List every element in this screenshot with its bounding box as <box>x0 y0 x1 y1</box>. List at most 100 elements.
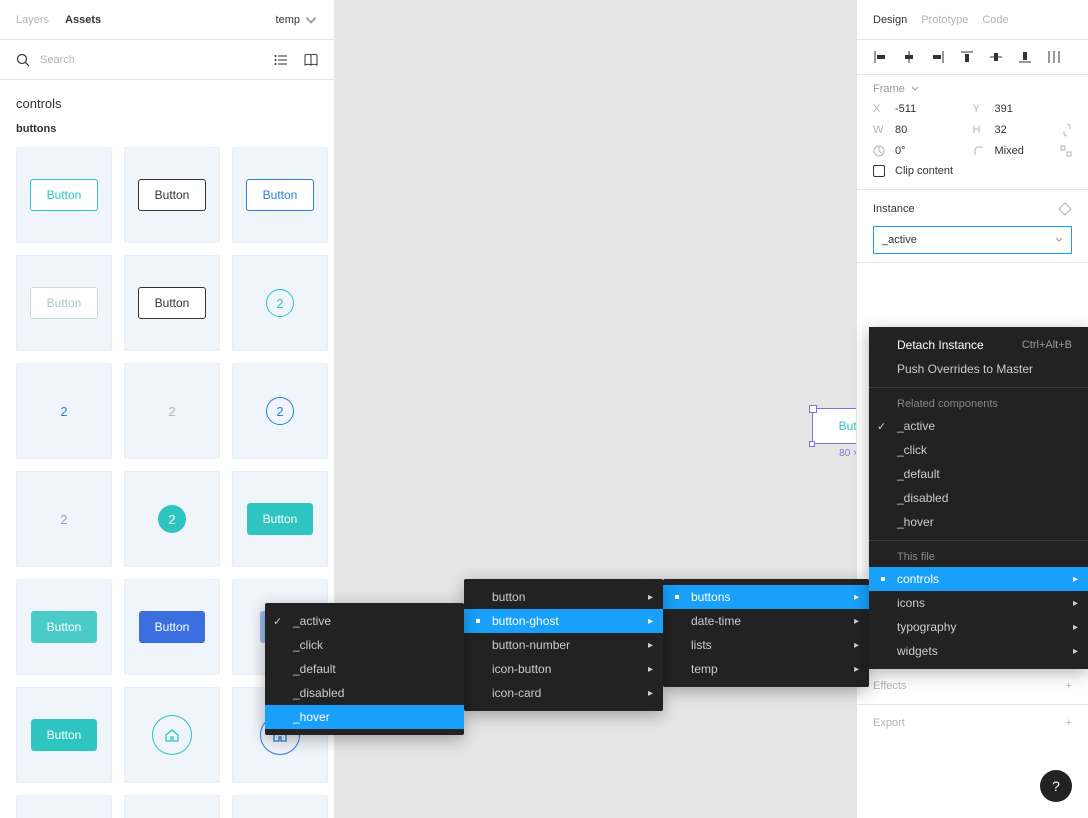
export-section[interactable]: Export + <box>857 705 1088 741</box>
asset-thumb[interactable] <box>124 795 220 818</box>
instance-swap-menu[interactable]: Detach Instance Ctrl+Alt+B Push Override… <box>869 327 1088 669</box>
menu-item-disabled[interactable]: _disabled <box>869 486 1088 510</box>
list-view-icon[interactable] <box>274 53 288 67</box>
asset-thumb[interactable]: 2 <box>232 363 328 459</box>
menu-item-button[interactable]: button <box>464 585 663 609</box>
constrain-proportions-icon[interactable] <box>1062 123 1072 137</box>
menu-item-push-overrides[interactable]: Push Overrides to Master <box>869 357 1088 381</box>
frame-type-label: Frame <box>873 83 905 95</box>
file-selector[interactable]: temp <box>276 13 318 27</box>
tab-design[interactable]: Design <box>873 14 907 26</box>
menu-item-lists[interactable]: lists <box>663 633 869 657</box>
menu-item-disabled[interactable]: _disabled <box>265 681 464 705</box>
button-preview: 2 <box>158 505 186 533</box>
menu-item-icon-button[interactable]: icon-button <box>464 657 663 681</box>
button-preview: Button <box>31 611 98 643</box>
value-radius[interactable]: Mixed <box>995 145 1024 157</box>
submenu-controls[interactable]: buttons date-time lists temp <box>663 579 869 687</box>
tab-code[interactable]: Code <box>982 14 1008 26</box>
asset-thumb[interactable]: Button <box>124 255 220 351</box>
asset-thumb[interactable]: Button <box>16 687 112 783</box>
distribute-icon[interactable] <box>1047 50 1061 64</box>
align-right-icon[interactable] <box>931 50 945 64</box>
align-top-icon[interactable] <box>960 50 974 64</box>
asset-thumb[interactable]: Button <box>232 147 328 243</box>
asset-thumb[interactable]: Button <box>16 579 112 675</box>
button-preview: Button <box>30 287 99 319</box>
asset-thumb[interactable]: 2 <box>124 471 220 567</box>
tab-assets[interactable]: Assets <box>65 14 101 26</box>
menu-item-icons[interactable]: icons <box>869 591 1088 615</box>
asset-thumb[interactable]: 2 <box>232 255 328 351</box>
menu-item-label: _active <box>293 614 331 628</box>
asset-thumb[interactable]: 2 <box>16 471 112 567</box>
submenu-button-ghost[interactable]: ✓_active _click _default _disabled _hove… <box>265 603 464 735</box>
go-to-master-icon[interactable] <box>1058 202 1072 216</box>
asset-thumb[interactable]: Button <box>232 471 328 567</box>
value-y[interactable]: 391 <box>995 103 1013 115</box>
asset-thumb[interactable]: 2 <box>16 363 112 459</box>
frame-type-selector[interactable]: Frame <box>873 83 1072 95</box>
menu-item-click[interactable]: _click <box>869 438 1088 462</box>
button-preview: 2 <box>266 397 294 425</box>
asset-thumb[interactable] <box>232 795 328 818</box>
align-vcenter-icon[interactable] <box>989 50 1003 64</box>
align-hcenter-icon[interactable] <box>902 50 916 64</box>
independent-corners-icon[interactable] <box>1060 145 1072 157</box>
menu-item-temp[interactable]: temp <box>663 657 869 681</box>
value-w[interactable]: 80 <box>895 124 907 136</box>
menu-item-label: temp <box>691 662 718 676</box>
effects-section[interactable]: Effects + <box>857 668 1088 705</box>
asset-thumb[interactable]: 2 <box>124 363 220 459</box>
tab-layers[interactable]: Layers <box>16 14 49 26</box>
button-preview: 2 <box>60 512 67 527</box>
value-h[interactable]: 32 <box>995 124 1007 136</box>
asset-thumb[interactable] <box>124 687 220 783</box>
value-rotation[interactable]: 0° <box>895 145 906 157</box>
submenu-buttons[interactable]: button button-ghost button-number icon-b… <box>464 579 663 711</box>
asset-thumb[interactable]: Button <box>16 255 112 351</box>
asset-thumb[interactable]: Button <box>16 147 112 243</box>
menu-item-default[interactable]: _default <box>869 462 1088 486</box>
menu-item-date-time[interactable]: date-time <box>663 609 869 633</box>
menu-item-hover[interactable]: _hover <box>869 510 1088 534</box>
align-left-icon[interactable] <box>873 50 887 64</box>
help-button[interactable]: ? <box>1040 770 1072 802</box>
button-preview: 2 <box>60 404 67 419</box>
align-bottom-icon[interactable] <box>1018 50 1032 64</box>
menu-item-button-number[interactable]: button-number <box>464 633 663 657</box>
value-x[interactable]: -511 <box>895 103 916 115</box>
menu-item-label: buttons <box>691 590 730 604</box>
asset-thumb[interactable]: Button <box>124 579 220 675</box>
menu-item-active[interactable]: ✓_active <box>265 609 464 633</box>
asset-thumb[interactable]: Button <box>124 147 220 243</box>
menu-item-active[interactable]: ✓_active <box>869 414 1088 438</box>
menu-shortcut: Ctrl+Alt+B <box>1022 339 1072 351</box>
menu-item-controls[interactable]: controls <box>869 567 1088 591</box>
menu-item-button-ghost[interactable]: button-ghost <box>464 609 663 633</box>
library-icon[interactable] <box>304 53 318 67</box>
add-export-icon[interactable]: + <box>1066 717 1072 729</box>
menu-item-hover[interactable]: _hover <box>265 705 464 729</box>
menu-item-label: icon-button <box>492 662 551 676</box>
menu-item-label: typography <box>897 620 956 634</box>
menu-item-buttons[interactable]: buttons <box>663 585 869 609</box>
menu-item-icon-card[interactable]: icon-card <box>464 681 663 705</box>
menu-item-widgets[interactable]: widgets <box>869 639 1088 663</box>
instance-value: _active <box>882 234 917 246</box>
menu-item-click[interactable]: _click <box>265 633 464 657</box>
clip-content-row[interactable]: Clip content <box>873 165 1072 177</box>
menu-item-default[interactable]: _default <box>265 657 464 681</box>
tab-prototype[interactable]: Prototype <box>921 14 968 26</box>
assets-search-input[interactable] <box>40 54 264 66</box>
add-effect-icon[interactable]: + <box>1066 680 1072 692</box>
clip-content-checkbox[interactable] <box>873 165 885 177</box>
menu-item-label: widgets <box>897 644 938 658</box>
instance-swap-dropdown[interactable]: _active <box>873 226 1072 254</box>
menu-item-detach[interactable]: Detach Instance Ctrl+Alt+B <box>869 333 1088 357</box>
frame-properties: Frame X-511 Y391 W80 H32 0° Mixed Clip c… <box>857 75 1088 190</box>
chevron-down-icon <box>911 85 919 93</box>
menu-item-label: button <box>492 590 525 604</box>
asset-thumb[interactable] <box>16 795 112 818</box>
menu-item-typography[interactable]: typography <box>869 615 1088 639</box>
